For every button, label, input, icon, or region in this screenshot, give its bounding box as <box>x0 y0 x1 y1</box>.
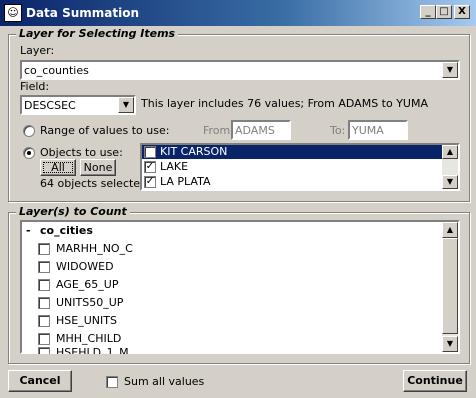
checkbox[interactable]: ✓ <box>144 161 156 173</box>
window-title: Data Summation <box>26 6 139 20</box>
tree-item-label: AGE_65_UP <box>56 278 119 291</box>
to-label: To: <box>330 124 346 137</box>
chevron-down-icon[interactable]: ▼ <box>118 97 134 113</box>
tree-item-label: HSEHLD_1_M <box>56 346 129 354</box>
tree-item[interactable]: HSEHLD_1_M <box>38 346 158 354</box>
layer-dropdown[interactable]: co_counties ▼ <box>20 60 460 80</box>
title-bar[interactable]: ☺ Data Summation _ □ X <box>0 0 476 26</box>
checkbox[interactable] <box>38 347 50 354</box>
objects-scrollbar[interactable]: ▲ ▼ <box>442 145 458 189</box>
scroll-down-icon[interactable]: ▼ <box>442 175 458 189</box>
field-dropdown[interactable]: DESCSEC ▼ <box>20 95 136 115</box>
list-item-label: LAKE <box>160 160 189 173</box>
objects-label[interactable]: Objects to use: <box>40 146 123 159</box>
scroll-thumb[interactable] <box>442 238 458 334</box>
objects-list[interactable]: ✓ KIT CARSON ✓ LAKE ✓ LA PLATA ▲ ▼ <box>140 143 460 191</box>
count-tree[interactable]: - co_cities MARHH_NO_C WIDOWED AGE_65_UP… <box>20 220 460 354</box>
selected-count: 64 objects selected <box>40 177 148 190</box>
sum-all-label[interactable]: Sum all values <box>124 375 204 388</box>
tree-item-label: UNITS50_UP <box>56 296 124 309</box>
field-label: Field: <box>20 80 50 93</box>
from-label: From: <box>203 124 234 137</box>
maximize-button[interactable]: □ <box>436 5 452 19</box>
tree-item-label: MHH_CHILD <box>56 332 122 345</box>
cancel-button[interactable]: Cancel <box>8 370 72 392</box>
tree-item-label: HSE_UNITS <box>56 314 117 327</box>
list-item[interactable]: ✓ KIT CARSON <box>142 145 442 159</box>
tree-toggle-icon[interactable]: - <box>26 224 31 237</box>
checkbox[interactable] <box>38 297 50 309</box>
tree-layer-label: co_cities <box>40 224 93 237</box>
checkbox[interactable] <box>38 243 50 255</box>
list-item-label: KIT CARSON <box>160 145 228 158</box>
list-item[interactable]: ✓ LAKE <box>142 160 442 174</box>
sum-all-checkbox[interactable] <box>106 376 118 388</box>
checkbox[interactable] <box>38 279 50 291</box>
checkbox[interactable]: ✓ <box>144 146 156 158</box>
checkbox[interactable] <box>38 315 50 327</box>
count-scrollbar[interactable]: ▲ ▼ <box>442 222 458 352</box>
list-item[interactable]: ✓ LA PLATA <box>142 175 442 189</box>
to-input-value: YUMA <box>352 124 384 137</box>
to-input[interactable]: YUMA <box>348 120 408 140</box>
scroll-down-icon[interactable]: ▼ <box>442 336 458 352</box>
range-radio[interactable] <box>23 125 35 137</box>
objects-radio[interactable] <box>23 147 35 159</box>
checkbox[interactable] <box>38 261 50 273</box>
radio-dot-icon <box>27 151 31 155</box>
chevron-down-icon[interactable]: ▼ <box>442 62 458 78</box>
layer-label: Layer: <box>20 44 55 57</box>
scroll-up-icon[interactable]: ▲ <box>442 222 458 238</box>
from-input[interactable]: ADAMS <box>231 120 291 140</box>
tree-item-label: WIDOWED <box>56 260 114 273</box>
selection-group-legend: Layer for Selecting Items <box>16 27 179 40</box>
scroll-up-icon[interactable]: ▲ <box>442 145 458 159</box>
field-info-text: This layer includes 76 values; From ADAM… <box>141 97 428 110</box>
none-button[interactable]: None <box>80 159 116 176</box>
from-input-value: ADAMS <box>235 124 275 137</box>
range-label[interactable]: Range of values to use: <box>40 124 169 137</box>
checkbox[interactable]: ✓ <box>144 176 156 188</box>
list-item-label: LA PLATA <box>160 175 211 188</box>
close-button[interactable]: X <box>454 5 470 19</box>
app-icon: ☺ <box>4 4 22 22</box>
tree-item-label: MARHH_NO_C <box>56 242 133 255</box>
field-dropdown-value: DESCSEC <box>24 99 76 112</box>
all-button[interactable]: All <box>40 159 76 176</box>
layer-dropdown-value: co_counties <box>24 64 89 77</box>
checkbox[interactable] <box>38 333 50 345</box>
minimize-button[interactable]: _ <box>420 5 436 19</box>
continue-button[interactable]: Continue <box>403 370 467 392</box>
count-group-legend: Layer(s) to Count <box>16 205 130 218</box>
